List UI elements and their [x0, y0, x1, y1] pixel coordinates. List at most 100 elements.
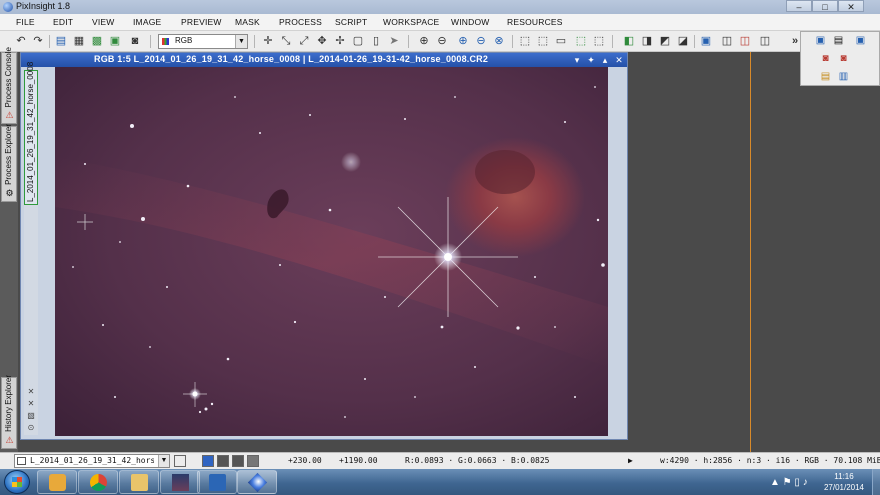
taskbar-image-viewer[interactable]	[160, 470, 200, 494]
dock-divider	[750, 52, 751, 452]
minimize-button[interactable]: –	[786, 0, 812, 12]
toolbar-separator	[150, 35, 151, 48]
mask-indicator-icon[interactable]: ✕	[25, 399, 37, 409]
menu-image[interactable]: IMAGE	[133, 17, 161, 27]
taskbar-pixinsight[interactable]	[237, 470, 277, 494]
start-button[interactable]	[4, 470, 30, 494]
zoom-1-1-icon[interactable]: ⊕	[456, 34, 470, 48]
mask-show-icon[interactable]: ◨	[640, 34, 654, 48]
process-explorer-tab[interactable]: Process Explorer ⚙	[1, 124, 17, 202]
toolbar-separator	[694, 35, 695, 48]
window-close-button[interactable]: ✕	[613, 54, 625, 66]
menu-window[interactable]: WINDOW	[451, 17, 490, 27]
delete-icon[interactable]: ◫	[738, 34, 752, 48]
main-toolbar: ↶ ↷ ▤ ▦ ▩ ▣ ◙ RGB ▼ ✛ ⤡ ⤢ ✥ ✢ ▢ ▯ ➤ ⊕ ⊖ …	[0, 31, 880, 52]
pin-button[interactable]: ✦	[585, 54, 597, 66]
mask-enable-icon[interactable]: ◧	[622, 34, 636, 48]
close-button[interactable]: ✕	[838, 0, 864, 12]
screen-icon[interactable]: ▣	[814, 35, 827, 47]
channel-select[interactable]: RGB ▼	[158, 34, 248, 49]
preview-extract-icon[interactable]: ⬚	[592, 34, 606, 48]
mode-light-button[interactable]	[247, 455, 259, 467]
taskbar-file-explorer[interactable]	[119, 470, 159, 494]
view-id-tab[interactable]: L_2014_01_26_19_31_42_horse_0008	[24, 61, 38, 205]
save-icon[interactable]: ▤	[832, 35, 845, 47]
zoom-fit-icon[interactable]: ⤢	[297, 34, 311, 48]
system-tray[interactable]: ▲ ⚑ ▯ ♪	[770, 477, 808, 488]
duplicate-icon[interactable]: ◫	[758, 34, 772, 48]
clock-date[interactable]: 27/01/2014	[818, 483, 870, 492]
menu-mask[interactable]: MASK	[235, 17, 260, 27]
zoom-out-icon[interactable]: ⊖	[435, 34, 449, 48]
readout-icon[interactable]: ▢	[351, 34, 365, 48]
preview-select-icon[interactable]: ⬚	[536, 34, 550, 48]
maximize-button[interactable]: □	[812, 0, 838, 12]
new-image-icon[interactable]: ▤	[54, 34, 68, 48]
menu-resources[interactable]: RESOURCES	[507, 17, 563, 27]
pointer-icon[interactable]: ➤	[387, 34, 401, 48]
menu-script[interactable]: SCRIPT	[335, 17, 367, 27]
menu-process[interactable]: PROCESS	[279, 17, 322, 27]
taskbar-chrome[interactable]	[78, 470, 118, 494]
preview-edit-icon[interactable]: ⬚	[574, 34, 588, 48]
lock-icon[interactable]: ✕	[25, 387, 37, 397]
menu-workspace[interactable]: WORKSPACE	[383, 17, 439, 27]
history-explorer-tab[interactable]: History Explorer ⚠	[1, 375, 17, 449]
import-icon[interactable]: ◙	[837, 53, 850, 65]
menu-preview[interactable]: PREVIEW	[181, 17, 222, 27]
astro-image[interactable]	[55, 67, 608, 436]
show-desktop-button[interactable]	[872, 469, 880, 495]
pan-icon[interactable]: ✢	[333, 34, 347, 48]
zoom-in-icon[interactable]: ⊕	[417, 34, 431, 48]
link-icon[interactable]: ▥	[837, 71, 850, 83]
zoom-2-1-icon[interactable]: ⊖	[474, 34, 488, 48]
window-icon[interactable]: ▣	[854, 35, 867, 47]
mode-blue-button[interactable]	[202, 455, 214, 467]
view-options-button[interactable]	[174, 455, 186, 467]
color-channels-icon[interactable]: ▩	[90, 34, 104, 48]
expand-icon[interactable]: ✥	[315, 34, 329, 48]
folder-icon[interactable]: ▤	[819, 71, 832, 83]
image-window[interactable]: RGB 1:5 L_2014_01_26_19_31_42_horse_0008…	[20, 52, 628, 440]
undo-icon[interactable]: ↶	[14, 34, 28, 48]
crosshair-icon[interactable]: ✛	[261, 34, 275, 48]
reset-icon[interactable]: ⊙	[25, 423, 37, 433]
fit-view-icon[interactable]: ⤡	[279, 34, 293, 48]
preview-delete-icon[interactable]: ▭	[554, 34, 568, 48]
process-console-tab[interactable]: Process Console ⚠	[1, 47, 17, 124]
view-id-label: L_2014_01_26_19_31_42_horse_0008	[26, 61, 35, 202]
windows-taskbar: ▲ ⚑ ▯ ♪ 11:16 27/01/2014	[0, 469, 880, 495]
view-selector[interactable]: L_2014_01_26_19_31_42_horse_0008 ▼	[14, 454, 170, 468]
image-window-titlebar[interactable]: RGB 1:5 L_2014_01_26_19_31_42_horse_0008…	[21, 53, 627, 67]
process-container-icon[interactable]: ▣	[699, 34, 713, 48]
script-editor-icon[interactable]: ◫	[720, 34, 734, 48]
taskbar-media-player[interactable]	[37, 470, 77, 494]
page-icon[interactable]: ▯	[369, 34, 383, 48]
mode-dark-button[interactable]	[217, 455, 229, 467]
mask-remove-icon[interactable]: ◪	[676, 34, 690, 48]
mode-gray-button[interactable]	[232, 455, 244, 467]
gear-icon: ⚙	[5, 188, 14, 198]
camera-icon[interactable]: ◙	[128, 34, 142, 48]
menu-file[interactable]: FILE	[16, 17, 35, 27]
film-icon[interactable]: ▦	[72, 34, 86, 48]
window-maximize-button[interactable]: ▴	[599, 54, 611, 66]
clock-time[interactable]: 11:16	[818, 472, 870, 481]
monitor-icon[interactable]: ▣	[108, 34, 122, 48]
shade-button[interactable]: ▾	[571, 54, 583, 66]
menu-view[interactable]: VIEW	[92, 17, 115, 27]
taskbar-terminal[interactable]	[197, 470, 237, 494]
media-player-icon	[49, 474, 66, 491]
play-button[interactable]: ▶	[628, 456, 633, 465]
image-canvas[interactable]	[55, 67, 608, 436]
redo-icon[interactable]: ↷	[31, 34, 45, 48]
left-dock: Process Console ⚠ Process Explorer ⚙ His…	[0, 47, 18, 452]
export-icon[interactable]: ◙	[819, 53, 832, 65]
stf-icon[interactable]: ▧	[25, 411, 37, 421]
zoom-fit-window-icon[interactable]: ⊗	[492, 34, 506, 48]
mask-invert-icon[interactable]: ◩	[658, 34, 672, 48]
new-preview-icon[interactable]: ⬚	[518, 34, 532, 48]
menu-edit[interactable]: EDIT	[53, 17, 73, 27]
pixel-readout: R:0.0893 · G:0.0663 · B:0.0825	[405, 456, 550, 465]
image-window-title: RGB 1:5 L_2014_01_26_19_31_42_horse_0008…	[94, 54, 489, 64]
